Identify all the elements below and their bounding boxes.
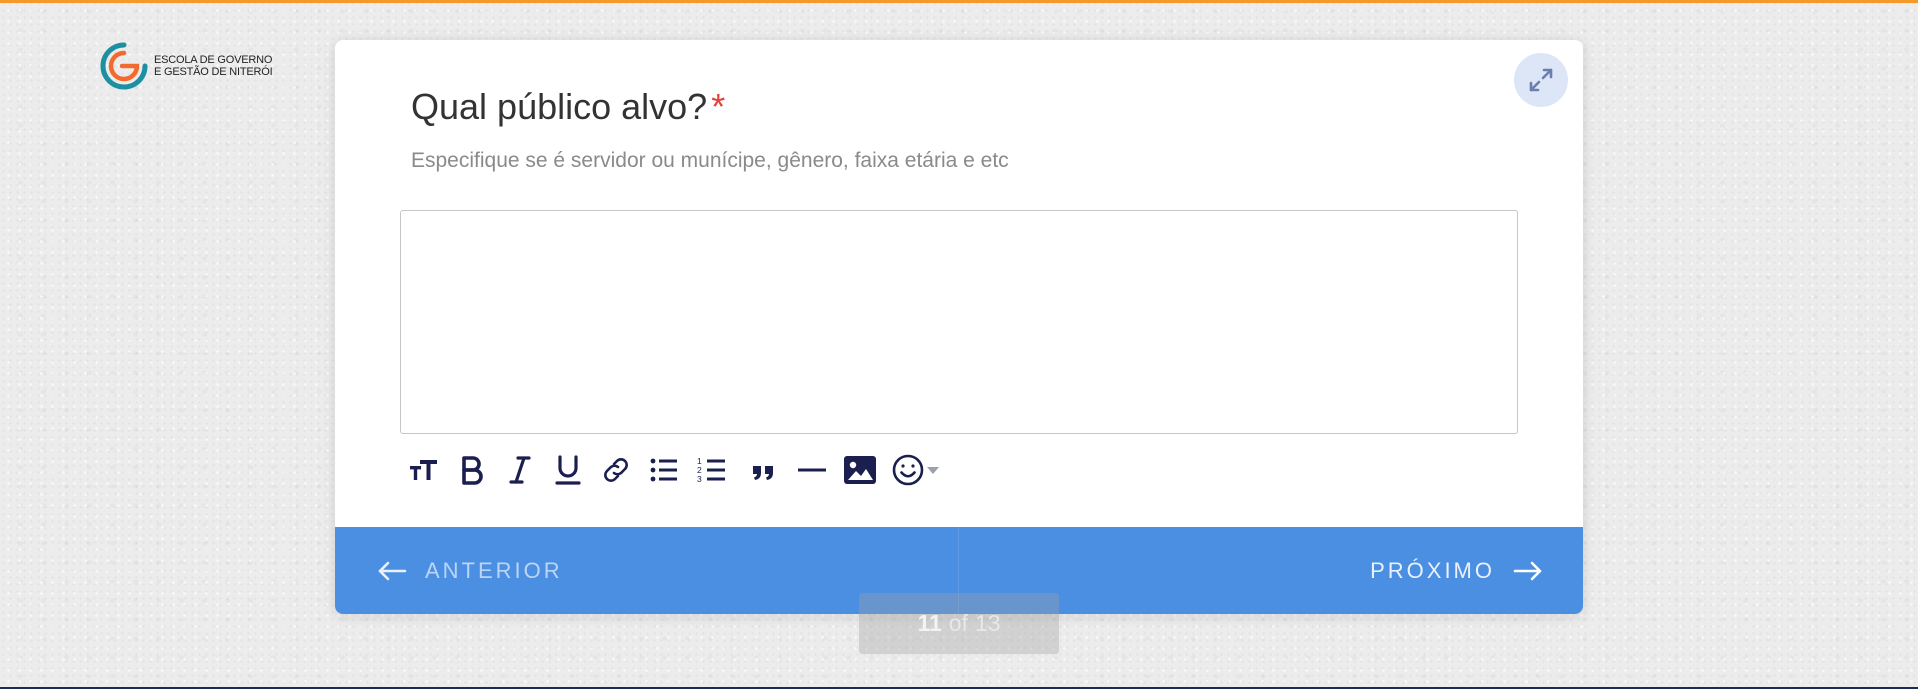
- page-counter: 11 of 13: [859, 593, 1059, 654]
- top-accent-strip: [0, 0, 1918, 3]
- emoji-button[interactable]: [884, 450, 932, 490]
- svg-text:3: 3: [697, 474, 702, 484]
- image-icon: [844, 456, 876, 484]
- insert-image-button[interactable]: [836, 450, 884, 490]
- fullscreen-button[interactable]: [1514, 53, 1568, 107]
- question-card: Qual público alvo? * Especifique se é ser…: [335, 40, 1583, 614]
- blockquote-button[interactable]: [740, 450, 788, 490]
- bold-icon: [462, 456, 483, 485]
- question-title: Qual público alvo? *: [411, 86, 725, 128]
- underline-icon: [555, 455, 581, 485]
- previous-button-label: ANTERIOR: [425, 557, 563, 583]
- next-button-label: PRÓXIMO: [1370, 557, 1495, 583]
- logo-text: Escola de Governo e Gestão de Niterói: [154, 54, 273, 78]
- logo: Escola de Governo e Gestão de Niterói: [100, 42, 273, 90]
- emoji-icon: [892, 454, 924, 486]
- question-title-text: Qual público alvo?: [411, 86, 708, 127]
- page-separator: of: [948, 610, 968, 636]
- link-button[interactable]: [592, 450, 640, 490]
- horizontal-rule-icon: [798, 468, 826, 472]
- formatting-toolbar: 1 2 3: [400, 450, 940, 490]
- text-size-button[interactable]: [400, 450, 448, 490]
- caret-down-icon: [927, 467, 939, 474]
- quote-icon: [753, 466, 773, 480]
- numbered-list-icon: 1 2 3: [697, 456, 725, 484]
- italic-button[interactable]: [496, 450, 544, 490]
- arrow-right-icon: [1513, 561, 1542, 580]
- bulleted-list-icon: [650, 458, 677, 482]
- logo-line-1: Escola de Governo: [154, 54, 273, 66]
- current-page: 11: [917, 610, 942, 636]
- logo-line-2: e Gestão de Niterói: [154, 66, 273, 78]
- link-icon: [604, 458, 628, 482]
- arrow-left-icon: [378, 561, 407, 580]
- bulleted-list-button[interactable]: [640, 450, 688, 490]
- italic-icon: [509, 456, 531, 484]
- bold-button[interactable]: [448, 450, 496, 490]
- text-size-icon: [410, 460, 437, 480]
- horizontal-rule-button[interactable]: [788, 450, 836, 490]
- required-indicator: *: [711, 86, 726, 127]
- underline-button[interactable]: [544, 450, 592, 490]
- answer-text-area[interactable]: [400, 210, 1518, 434]
- logo-mark-icon: [100, 42, 148, 90]
- numbered-list-button[interactable]: 1 2 3: [688, 450, 736, 490]
- total-pages: 13: [974, 610, 1001, 636]
- emoji-dropdown-toggle[interactable]: [926, 465, 940, 475]
- question-description: Especifique se é servidor ou munícipe, g…: [411, 149, 1009, 172]
- expand-icon: [1529, 68, 1553, 92]
